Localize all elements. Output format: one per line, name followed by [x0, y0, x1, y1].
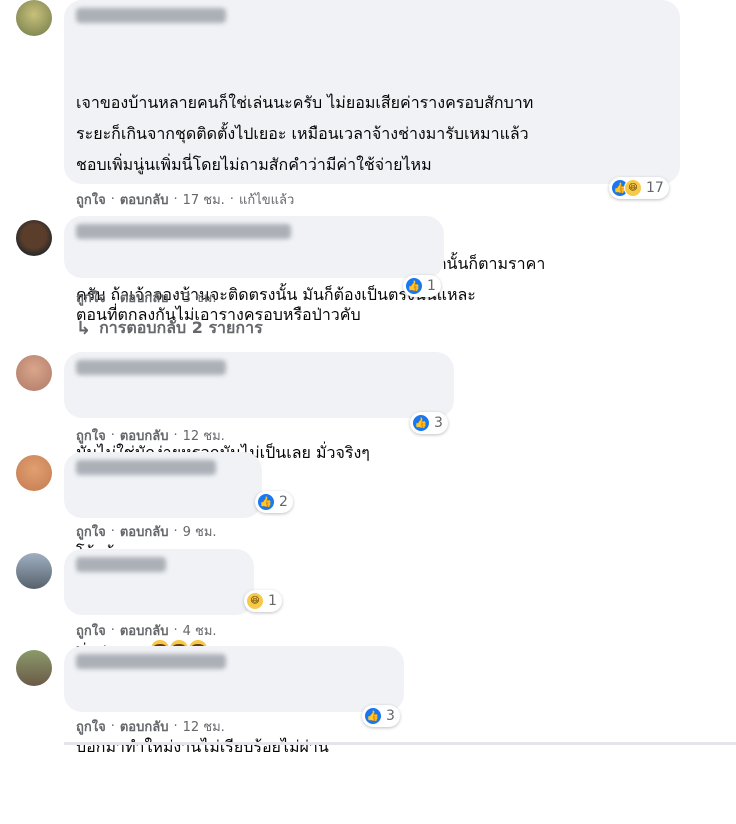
- reaction-summary[interactable]: 😆 1: [244, 590, 282, 612]
- reply-arrow-icon: ↳: [76, 318, 92, 339]
- reaction-count: 1: [268, 593, 277, 609]
- author-name[interactable]: [76, 654, 226, 669]
- comment-actions: ถูกใจ · ตอบกลับ · 9 ชม.: [76, 522, 217, 540]
- reply-button[interactable]: ตอบกลับ: [120, 287, 169, 308]
- timestamp[interactable]: 4 ชม.: [183, 620, 217, 641]
- reply-button[interactable]: ตอบกลับ: [120, 189, 169, 210]
- comment-actions: ถูกใจ · ตอบกลับ · 12 ชม.: [76, 426, 225, 444]
- separator: ·: [173, 523, 178, 539]
- avatar[interactable]: [16, 355, 52, 391]
- comment-bubble: เจาของบ้านหลายคนก็ใช่เล่นนะครับ ไม่ยอมเส…: [64, 0, 680, 304]
- separator: ·: [110, 718, 115, 734]
- timestamp[interactable]: 12 ชม.: [183, 716, 225, 737]
- like-icon: 👍: [405, 277, 423, 295]
- reaction-count: 3: [386, 708, 395, 724]
- reaction-summary[interactable]: 👍 3: [410, 412, 448, 434]
- timestamp[interactable]: 9 ชม.: [183, 521, 217, 542]
- like-icon: 👍: [364, 707, 382, 725]
- separator: ·: [110, 427, 115, 443]
- separator: ·: [110, 191, 115, 207]
- separator: ·: [173, 191, 178, 207]
- separator: ·: [173, 427, 178, 443]
- reaction-count: 2: [279, 494, 288, 510]
- avatar[interactable]: [16, 0, 52, 36]
- author-name[interactable]: [76, 224, 291, 239]
- comment-bubble: บอกมาทำใหม่งานไม่เรียบร้อยไม่ผ่าน: [64, 646, 404, 756]
- reaction-summary[interactable]: 👍 😆 17: [609, 177, 669, 199]
- separator: ·: [110, 622, 115, 638]
- like-icon: 👍: [412, 414, 430, 432]
- author-name[interactable]: [76, 360, 226, 375]
- comment-paragraph: เจาของบ้านหลายคนก็ใช่เล่นนะครับ ไม่ยอมเส…: [76, 93, 534, 174]
- timestamp[interactable]: 12 ชม.: [183, 425, 225, 446]
- author-name[interactable]: [76, 460, 216, 475]
- reaction-count: 1: [427, 278, 436, 294]
- avatar[interactable]: [16, 220, 52, 256]
- author-name[interactable]: [76, 8, 226, 23]
- view-replies-label: การตอบกลับ 2 รายการ: [99, 318, 263, 337]
- like-button[interactable]: ถูกใจ: [76, 521, 106, 542]
- view-replies-link[interactable]: ↳ การตอบกลับ 2 รายการ: [76, 316, 263, 341]
- separator: ·: [110, 289, 115, 305]
- comment-actions: ถูกใจ · ตอบกลับ · 4 ชม.: [76, 621, 217, 639]
- haha-icon: 😆: [246, 592, 264, 610]
- like-button[interactable]: ถูกใจ: [76, 425, 106, 446]
- reaction-summary[interactable]: 👍 3: [362, 705, 400, 727]
- avatar[interactable]: [16, 553, 52, 589]
- like-icon: 👍: [257, 493, 275, 511]
- haha-icon: 😆: [624, 179, 642, 197]
- comment-bubble: ตอนที่ตกลงกันไม่เอารางครอบหรือป่าวคับ: [64, 216, 444, 324]
- separator: ·: [173, 718, 178, 734]
- like-button[interactable]: ถูกใจ: [76, 620, 106, 641]
- comment-actions: ถูกใจ · ตอบกลับ · 3 ชม.: [76, 288, 217, 306]
- like-button[interactable]: ถูกใจ: [76, 189, 106, 210]
- avatar[interactable]: [16, 455, 52, 491]
- separator: ·: [110, 523, 115, 539]
- timestamp[interactable]: 17 ชม.: [183, 189, 225, 210]
- timestamp[interactable]: 3 ชม.: [183, 287, 217, 308]
- comment-bubble: ท่อสูตรเลย: [64, 549, 254, 659]
- reaction-summary[interactable]: 👍 1: [403, 275, 441, 297]
- separator: ·: [229, 191, 234, 207]
- reaction-count: 3: [434, 415, 443, 431]
- comment-bubble: โอ้ยน้อ: [64, 452, 262, 562]
- comment-actions: ถูกใจ · ตอบกลับ · 12 ชม.: [76, 717, 225, 735]
- separator: ·: [173, 622, 178, 638]
- author-name[interactable]: [76, 557, 166, 572]
- like-button[interactable]: ถูกใจ: [76, 716, 106, 737]
- comment-text: บอกมาทำใหม่งานไม่เรียบร้อยไม่ผ่าน: [76, 669, 392, 824]
- avatar[interactable]: [16, 650, 52, 686]
- reply-button[interactable]: ตอบกลับ: [120, 425, 169, 446]
- comment-actions: ถูกใจ · ตอบกลับ · 17 ชม. · แก้ไขแล้ว: [76, 190, 294, 208]
- separator: ·: [173, 289, 178, 305]
- comment-bubble: มันไม่ใช่มักง่ายหรอกมันไม่เป็นเลย มั่วจร…: [64, 352, 454, 462]
- reply-button[interactable]: ตอบกลับ: [120, 716, 169, 737]
- like-button[interactable]: ถูกใจ: [76, 287, 106, 308]
- reaction-count: 17: [646, 180, 664, 196]
- reply-button[interactable]: ตอบกลับ: [120, 521, 169, 542]
- reaction-summary[interactable]: 👍 2: [255, 491, 293, 513]
- edited-label: แก้ไขแล้ว: [238, 192, 295, 208]
- reply-button[interactable]: ตอบกลับ: [120, 620, 169, 641]
